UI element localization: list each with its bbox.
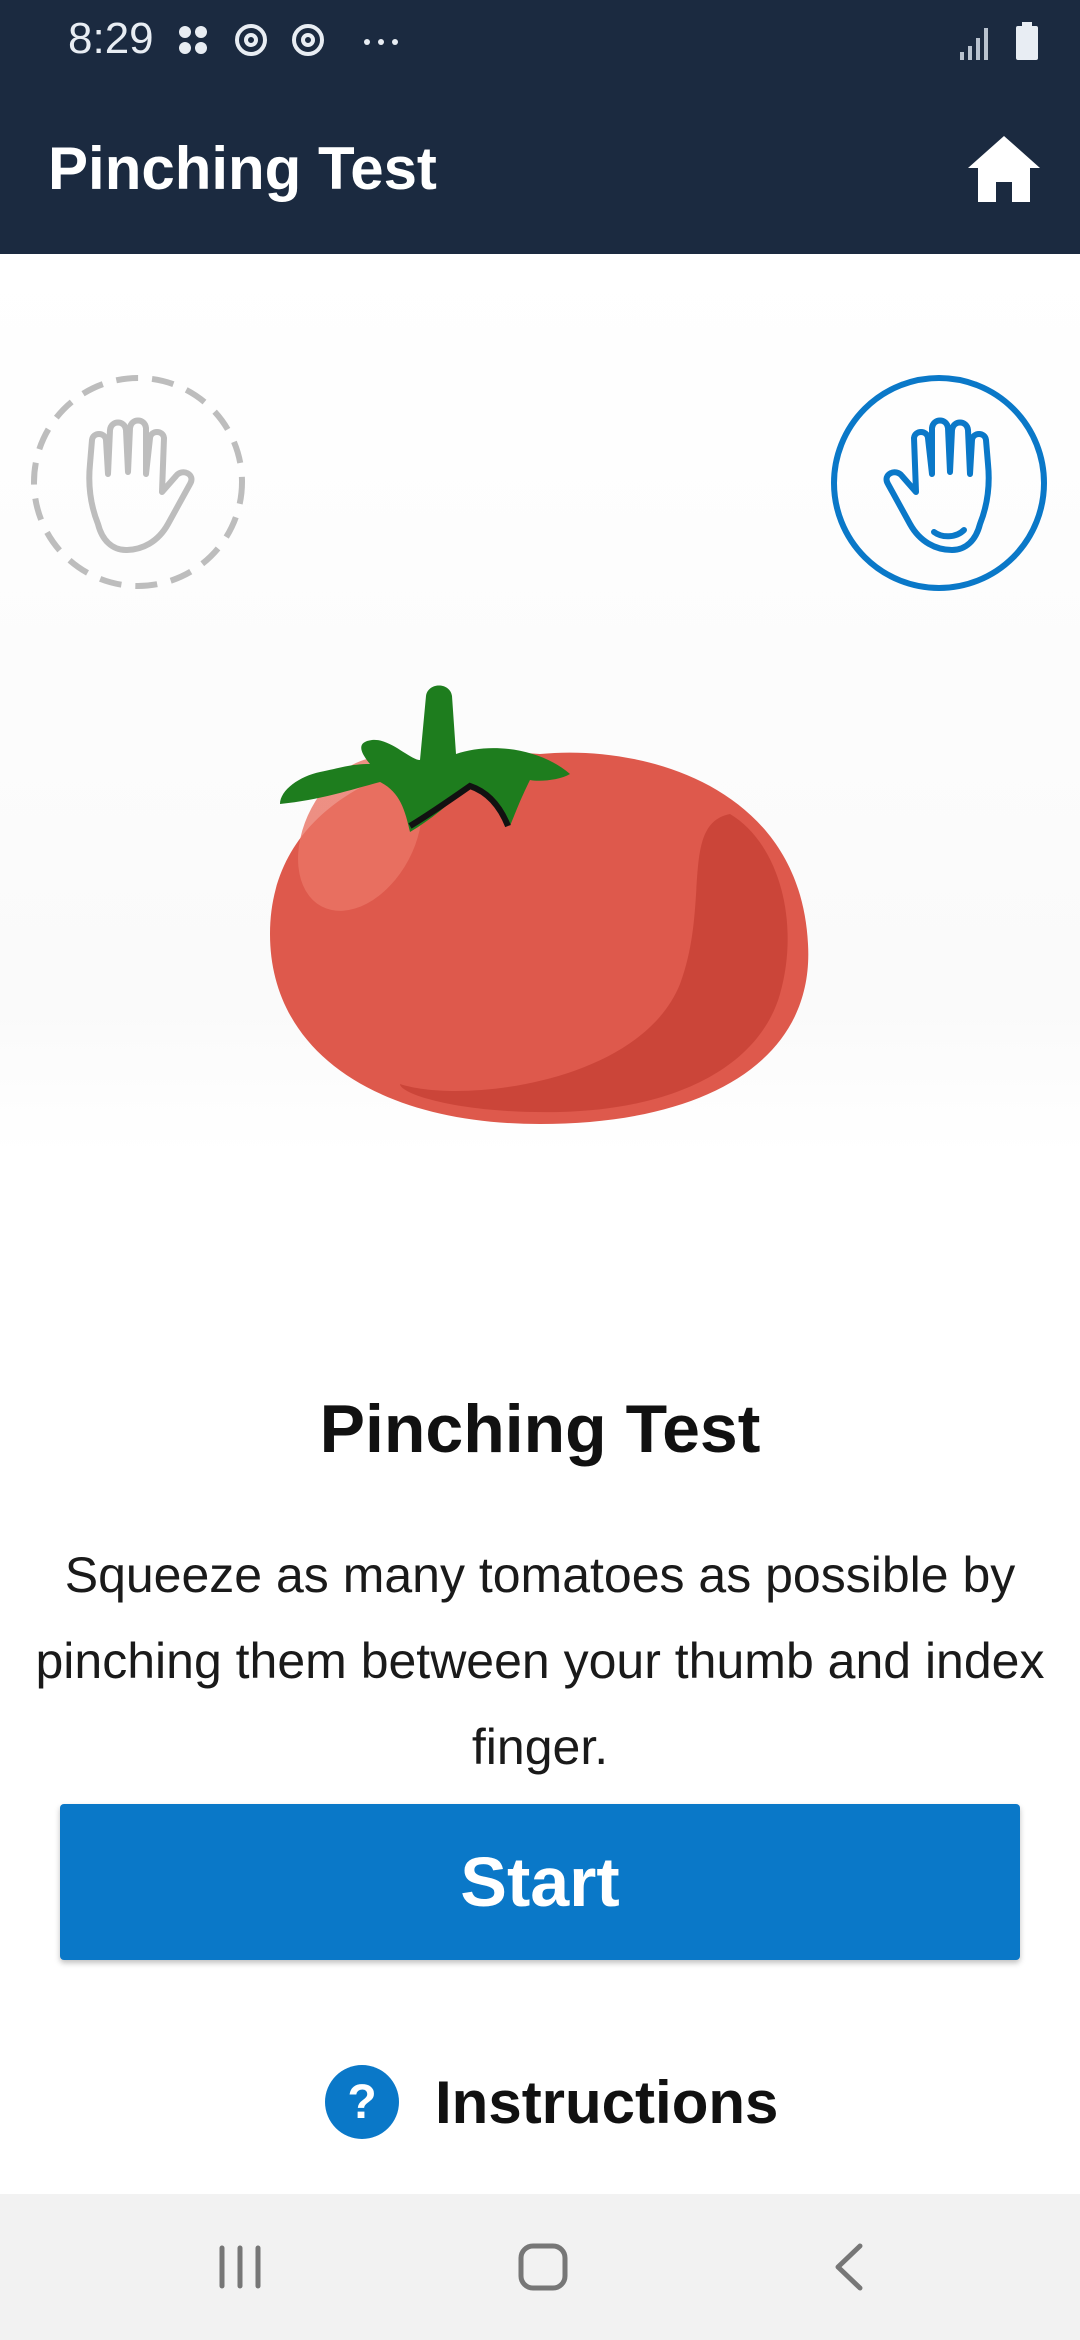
sync-icon: [235, 24, 267, 56]
left-hand-icon[interactable]: [30, 374, 246, 590]
test-description: Squeeze as many tomatoes as possible by …: [35, 1547, 1045, 1775]
tomato-illustration[interactable]: [260, 564, 820, 1364]
home-circle-icon[interactable]: [503, 2234, 583, 2300]
instructions-link[interactable]: ? Instructions: [325, 2062, 778, 2142]
app-title: Pinching Test: [48, 135, 437, 202]
instructions-label: Instructions: [435, 2068, 779, 2136]
back-icon[interactable]: [808, 2234, 888, 2300]
help-icon: ?: [325, 2065, 399, 2139]
more-dots-icon: [364, 39, 398, 45]
apps-grid-icon: [179, 26, 207, 54]
test-heading: Pinching Test: [319, 1391, 761, 1467]
battery-icon: [1016, 22, 1038, 60]
signal-icon: [960, 28, 988, 60]
test-content: Pinching Test Squeeze as many tomatoes a…: [0, 254, 1080, 2194]
notification-icons: [179, 24, 398, 56]
status-time: 8:29: [68, 14, 154, 63]
system-nav-bar: [0, 2194, 1080, 2340]
system-icons: [960, 22, 1038, 60]
app-bar: Pinching Test: [0, 84, 1080, 254]
status-bar: 8:29: [0, 0, 1080, 84]
start-button[interactable]: Start: [60, 1804, 1020, 1960]
home-icon[interactable]: [964, 132, 1044, 206]
right-hand-icon[interactable]: [830, 374, 1048, 592]
recent-apps-icon[interactable]: [200, 2234, 280, 2300]
sync-icon: [292, 24, 324, 56]
